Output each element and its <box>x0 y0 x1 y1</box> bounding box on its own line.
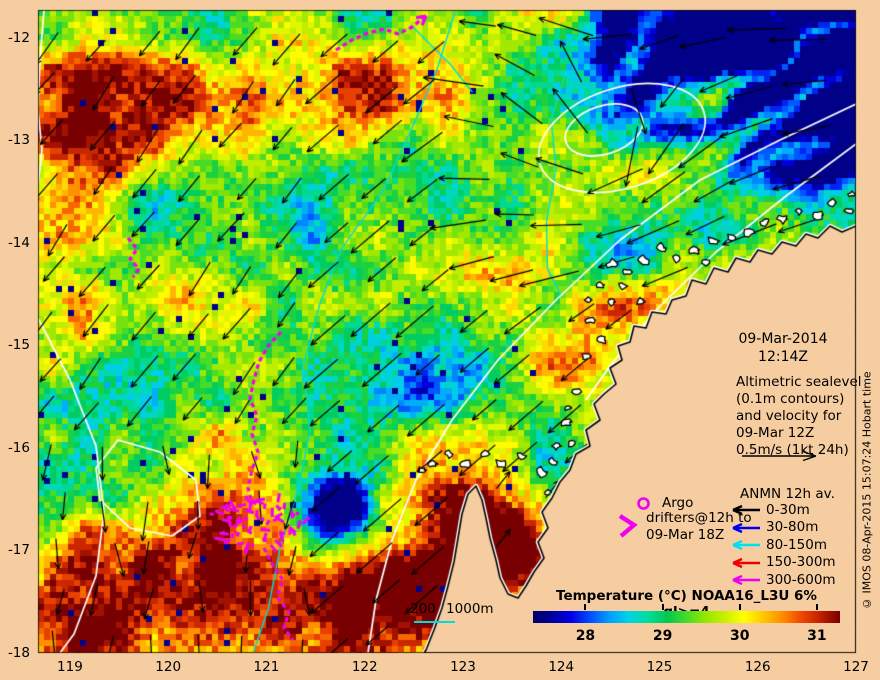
time-line: 12:14Z <box>758 349 808 365</box>
lon-tick-label: 127 <box>843 659 869 675</box>
lat-tick-label: -12 <box>7 29 30 46</box>
velocity-scale-arrow-icon <box>742 450 817 462</box>
lon-tick-label: 124 <box>548 659 575 675</box>
bathymetry-scale-label: 200 1000m <box>410 601 494 617</box>
altimetric-note-line: 09-Mar 12Z <box>736 425 815 441</box>
colorbar-tickmark <box>584 604 587 610</box>
lon-tick-label: 120 <box>155 659 182 675</box>
anmn-depth-label: 30-80m <box>766 519 819 535</box>
altimetric-note-line: Altimetric sealevel <box>736 374 862 390</box>
drifter-arrow-icon <box>618 514 638 538</box>
lon-tick-label: 121 <box>253 659 280 675</box>
anmn-legend-title: ANMN 12h av. <box>740 486 835 502</box>
sst-map-figure: 09-Mar-2014 12:14Z Altimetric sealevel (0… <box>0 0 880 680</box>
altimetric-note-line: (0.1m contours) <box>736 391 845 407</box>
colorbar-tickmark <box>661 604 664 610</box>
anmn-depth-label: 80-150m <box>766 536 827 553</box>
timestamp-label: 09-Mar-2014 12:14Z <box>727 330 839 366</box>
lat-tick-label: -17 <box>7 542 30 559</box>
lat-tick-label: -13 <box>7 132 30 149</box>
colorbar-gradient <box>533 611 840 623</box>
date-line: 09-Mar-2014 <box>738 331 828 347</box>
anmn-legend-item: 80-150m <box>726 536 827 553</box>
colorbar-tick-label: 31 <box>807 628 827 644</box>
lon-tick-label: 122 <box>351 659 378 675</box>
anmn-depth-arrow-icon <box>732 539 760 551</box>
lon-tick-label: 126 <box>744 659 771 675</box>
anmn-depth-arrow-icon <box>732 504 760 516</box>
anmn-legend-item: 30-80m <box>726 519 819 535</box>
altimetric-note: Altimetric sealevel (0.1m contours) and ve… <box>736 374 862 459</box>
anmn-legend-item: 0-30m <box>726 501 810 518</box>
lat-tick-label: -15 <box>7 337 30 354</box>
lat-tick-label: -16 <box>7 439 30 456</box>
lat-tick-label: -18 <box>7 645 30 661</box>
anmn-legend-item: 150-300m <box>726 554 836 570</box>
argo-circle-icon <box>637 497 650 510</box>
colorbar-tickmark <box>738 604 741 610</box>
copyright-label: © IMOS 08-Apr-2015 15:07:24 Hobart time <box>860 371 874 610</box>
lat-tick-label: -14 <box>7 234 30 251</box>
colorbar-tick-label: 29 <box>652 628 673 644</box>
colorbar-tick-label: 28 <box>575 628 596 644</box>
anmn-depth-arrow-icon <box>732 522 760 533</box>
anmn-depth-arrow-icon <box>732 557 760 568</box>
altimetric-note-line: and velocity for <box>736 408 842 424</box>
lon-tick-label: 123 <box>450 659 476 675</box>
colorbar-tick-label: 30 <box>729 628 750 644</box>
lon-tick-label: 119 <box>57 659 83 675</box>
bathymetry-scale-line <box>414 621 455 623</box>
anmn-legend-item: 300-600m <box>726 571 836 588</box>
anmn-depth-label: 0-30m <box>766 501 810 518</box>
colorbar-tickmark <box>815 604 818 610</box>
anmn-depth-label: 150-300m <box>766 554 836 570</box>
lon-tick-label: 125 <box>646 659 673 675</box>
anmn-depth-label: 300-600m <box>766 571 836 588</box>
anmn-depth-arrow-icon <box>732 574 760 586</box>
